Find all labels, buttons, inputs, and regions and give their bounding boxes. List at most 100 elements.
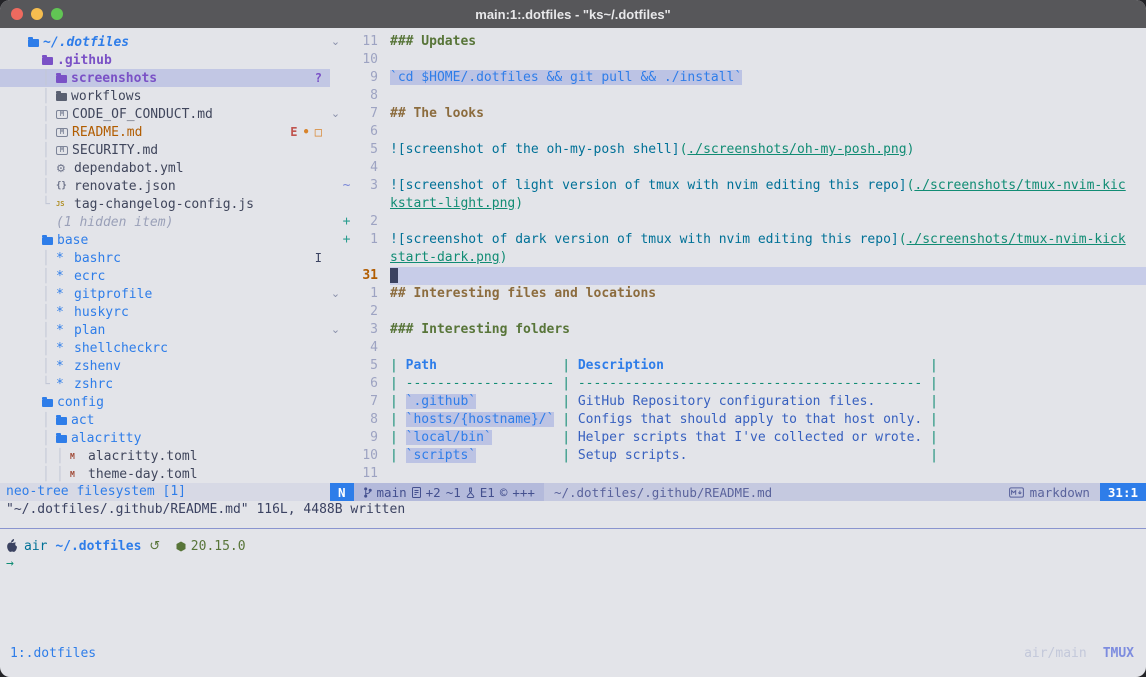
tree-item[interactable]: base (0, 231, 330, 249)
line-number: 10 (352, 51, 378, 69)
shell-pane[interactable]: air ~/.dotfiles ↺ 20.15.0 → (6, 537, 1146, 573)
file-icon (56, 93, 67, 101)
line-text[interactable]: ![screenshot of dark version of tmux wit… (390, 231, 1146, 249)
editor-line: 8 | `hosts/{hostname}/` | Configs that s… (330, 411, 1146, 429)
line-text[interactable]: | Path | Description | (390, 357, 1146, 375)
tree-item[interactable]: │ workflows (0, 87, 330, 105)
tree-item[interactable]: │ * ecrc (0, 267, 330, 285)
line-text[interactable]: | ------------------- | ----------------… (390, 375, 1146, 393)
zoom-button[interactable] (51, 8, 63, 20)
tree-item[interactable]: │ * zshenv (0, 357, 330, 375)
fold-chevron-icon[interactable] (330, 213, 341, 231)
line-text[interactable] (390, 303, 1146, 321)
line-text[interactable]: | `scripts` | Setup scripts. | (390, 447, 1146, 465)
line-text[interactable]: ![screenshot of the oh-my-posh shell](./… (390, 141, 1146, 159)
minimize-button[interactable] (31, 8, 43, 20)
line-text[interactable]: start-dark.png) (390, 249, 1146, 267)
fold-chevron-icon[interactable] (330, 141, 341, 159)
tree-item[interactable]: │ M SECURITY.md (0, 141, 330, 159)
file-icon: * (56, 287, 70, 302)
fold-chevron-icon[interactable] (330, 393, 341, 411)
fold-chevron-icon[interactable]: ⌄ (330, 105, 341, 123)
line-number: 31 (352, 267, 378, 285)
tree-item[interactable]: │ ⚙ dependabot.yml (0, 159, 330, 177)
tree-item[interactable]: │ * gitprofile (0, 285, 330, 303)
line-text[interactable] (390, 159, 1146, 177)
tree-item[interactable]: │ {} renovate.json (0, 177, 330, 195)
tree-item[interactable]: │ act (0, 411, 330, 429)
tree-item[interactable]: ││ M theme-day.toml (0, 465, 330, 483)
indent-guide (28, 323, 42, 338)
line-text[interactable]: ## Interesting files and locations (390, 285, 1146, 303)
line-text[interactable]: ### Updates (390, 33, 1146, 51)
tmux-window-tab[interactable]: 1:.dotfiles (10, 645, 96, 663)
fold-chevron-icon[interactable]: ⌄ (330, 33, 341, 51)
tree-item[interactable]: │ M CODE_OF_CONDUCT.md (0, 105, 330, 123)
fold-chevron-icon[interactable] (330, 357, 341, 375)
fold-chevron-icon[interactable] (330, 69, 341, 87)
tree-item[interactable]: │ * bashrc I (0, 249, 330, 267)
line-text[interactable] (390, 213, 1146, 231)
fold-chevron-icon[interactable] (330, 339, 341, 357)
line-text[interactable] (390, 123, 1146, 141)
tree-item-label: CODE_OF_CONDUCT.md (72, 107, 213, 122)
tree-item[interactable]: (1 hidden item) (0, 213, 330, 231)
fold-chevron-icon[interactable] (330, 87, 341, 105)
fold-chevron-icon[interactable] (330, 249, 341, 267)
fold-chevron-icon[interactable] (330, 177, 341, 195)
line-text[interactable]: | `hosts/{hostname}/` | Configs that sho… (390, 411, 1146, 429)
close-button[interactable] (11, 8, 23, 20)
line-text[interactable]: ## The looks (390, 105, 1146, 123)
indent-guides: │ (28, 161, 56, 176)
line-text[interactable] (390, 87, 1146, 105)
tree-item[interactable]: │ * plan (0, 321, 330, 339)
fold-chevron-icon[interactable] (330, 51, 341, 69)
fold-chevron-icon[interactable]: ⌄ (330, 285, 341, 303)
fold-chevron-icon[interactable] (330, 231, 341, 249)
fold-chevron-icon[interactable] (330, 375, 341, 393)
line-text[interactable] (390, 267, 1146, 285)
tree-item[interactable]: └ * zshrc (0, 375, 330, 393)
fold-chevron-icon[interactable] (330, 159, 341, 177)
indent-guide: └ (42, 377, 56, 392)
fold-chevron-icon[interactable] (330, 465, 341, 483)
tree-item[interactable]: config (0, 393, 330, 411)
diagnostics-errors: E1 (480, 485, 495, 500)
tree-item[interactable]: │ * shellcheckrc (0, 339, 330, 357)
fold-chevron-icon[interactable] (330, 123, 341, 141)
line-number: 4 (352, 339, 378, 357)
line-text[interactable]: | `local/bin` | Helper scripts that I've… (390, 429, 1146, 447)
tree-item[interactable]: ~/.dotfiles (0, 33, 330, 51)
text-span: | (390, 358, 406, 373)
git-sign (341, 267, 352, 285)
line-number: 9 (352, 429, 378, 447)
line-text[interactable]: | `.github` | GitHub Repository configur… (390, 393, 1146, 411)
text-span: ------------------- (406, 376, 555, 391)
fold-chevron-icon[interactable] (330, 195, 341, 213)
line-text[interactable] (390, 51, 1146, 69)
fold-chevron-icon[interactable] (330, 429, 341, 447)
line-text[interactable]: kstart-light.png) (390, 195, 1146, 213)
indent-guide: │ (42, 287, 56, 302)
fold-chevron-icon[interactable] (330, 303, 341, 321)
line-text[interactable]: ![screenshot of light version of tmux wi… (390, 177, 1146, 195)
line-number: 7 (352, 105, 378, 123)
tree-item[interactable]: │ screenshots ? (0, 69, 330, 87)
editor-line: 5 | Path | Description | (330, 357, 1146, 375)
fold-chevron-icon[interactable] (330, 447, 341, 465)
tree-item[interactable]: └ JS tag-changelog-config.js (0, 195, 330, 213)
tree-item[interactable]: │ M README.md E•□ (0, 123, 330, 141)
line-text[interactable] (390, 339, 1146, 357)
fold-chevron-icon[interactable] (330, 267, 341, 285)
tree-item[interactable]: .github (0, 51, 330, 69)
fold-chevron-icon[interactable] (330, 411, 341, 429)
fold-chevron-icon[interactable]: ⌄ (330, 321, 341, 339)
tree-item[interactable]: ││ M alacritty.toml (0, 447, 330, 465)
pane-border[interactable] (0, 528, 1146, 529)
line-text[interactable]: ### Interesting folders (390, 321, 1146, 339)
text-span: | (390, 448, 406, 463)
tree-item[interactable]: │ * huskyrc (0, 303, 330, 321)
tree-item[interactable]: │ alacritty (0, 429, 330, 447)
line-text[interactable] (390, 465, 1146, 483)
line-text[interactable]: `cd $HOME/.dotfiles && git pull && ./ins… (390, 69, 1146, 87)
